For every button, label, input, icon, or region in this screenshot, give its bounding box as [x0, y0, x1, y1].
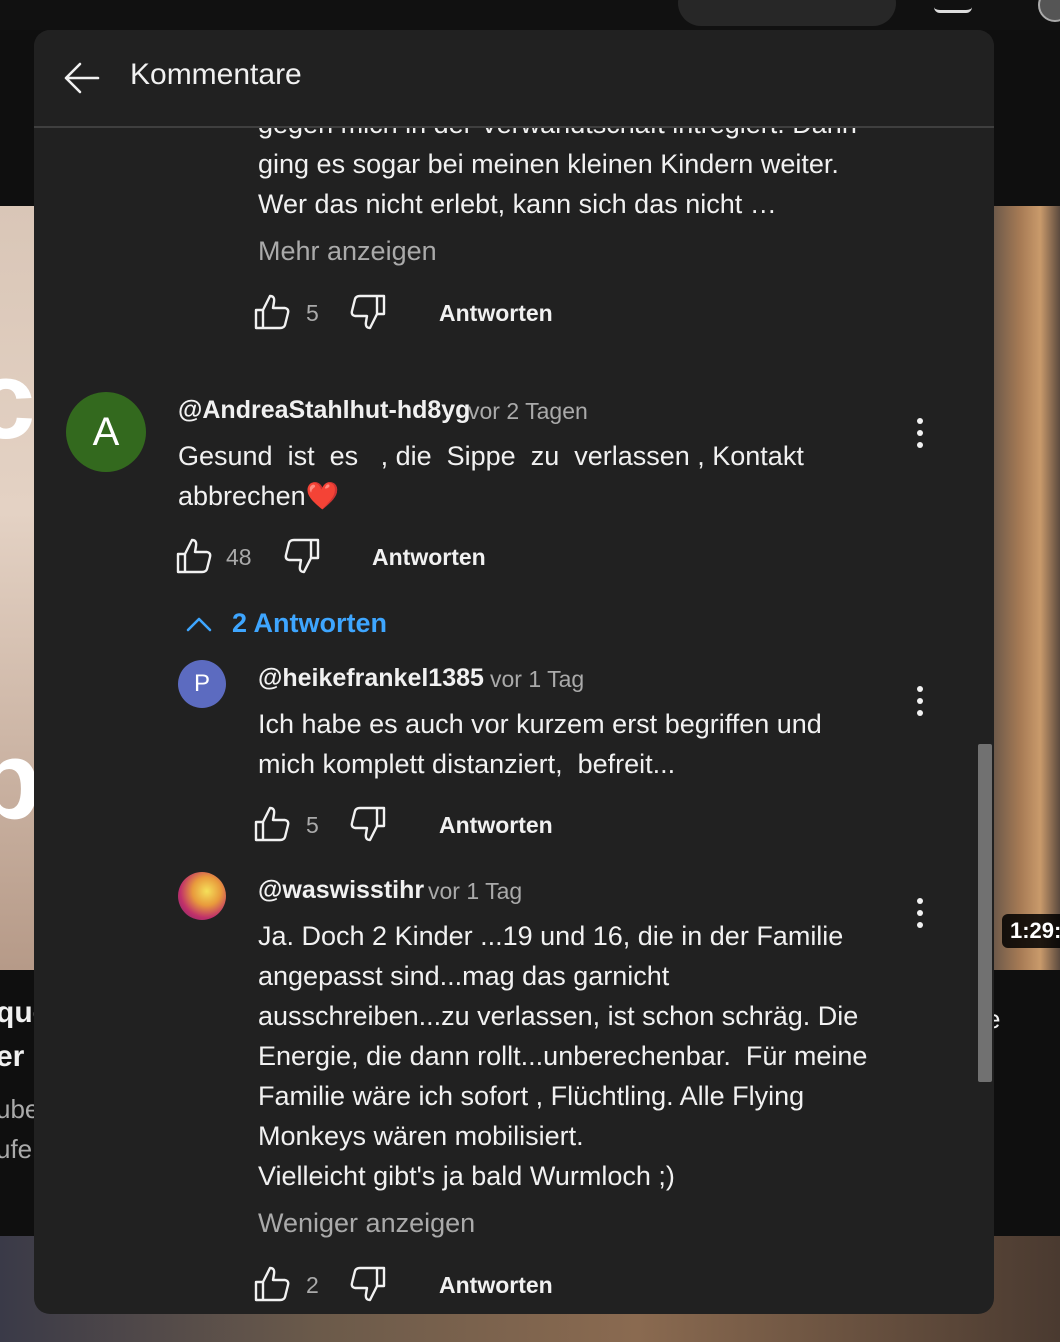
comment-text-line: gegen mich in der Verwandtschaft intregi…: [258, 128, 857, 144]
meta-fragment: ufe: [0, 1134, 33, 1164]
more-actions-icon[interactable]: [914, 686, 926, 720]
thumb-letter: i: [0, 576, 5, 686]
comment-text-line: Monkeys wären mobilisiert.: [258, 1121, 584, 1151]
thumb-letter: c: [0, 339, 34, 462]
comment-text-line: Energie, die dann rollt...unberechenbar.…: [258, 1041, 868, 1071]
more-actions-icon[interactable]: [914, 898, 926, 932]
comment-text-line: Gesund ist es , die Sippe zu verlassen ,…: [178, 441, 804, 471]
back-button[interactable]: [60, 56, 104, 100]
comment-text-line: Ich habe es auch vor kurzem erst begriff…: [258, 709, 822, 739]
comments-panel: Kommentare gegen mich in der Verwandtsch…: [34, 30, 994, 1314]
title-fragment: que: [0, 996, 34, 1029]
reply-button[interactable]: Antworten: [439, 1272, 553, 1299]
heart-emoji: ❤️: [305, 481, 340, 511]
comment-text-line: angepasst sind...mag das garnicht: [258, 961, 670, 991]
comment-time[interactable]: vor 1 Tag: [428, 878, 522, 905]
video-thumbnail-right[interactable]: [994, 206, 1060, 970]
dislike-button[interactable]: [282, 536, 322, 581]
comment-text-line: Wer das nicht erlebt, kann sich das nich…: [258, 189, 777, 219]
top-pill-button[interactable]: [678, 0, 896, 26]
show-more-button[interactable]: Mehr anzeigen: [258, 236, 437, 267]
like-count: 5: [306, 300, 319, 326]
avatar[interactable]: [178, 872, 226, 920]
chevron-up-icon: [186, 617, 212, 632]
like-button[interactable]: [252, 292, 292, 337]
like-button[interactable]: [174, 536, 214, 581]
meta-fragment: ube: [0, 1094, 34, 1124]
comment-time[interactable]: vor 2 Tagen: [468, 398, 588, 425]
like-button[interactable]: [252, 1264, 292, 1309]
comment-text-line: abbrechen❤️: [178, 476, 339, 516]
like-count: 2: [306, 1272, 319, 1298]
comment-text-fragment: abbrechen: [178, 481, 306, 511]
scrollbar[interactable]: [978, 744, 992, 1082]
comment-author[interactable]: @heikefrankel1385: [258, 664, 484, 693]
comment-text-line: ging es sogar bei meinen kleinen Kindern…: [258, 149, 839, 179]
comment-text-line: mich komplett distanziert, befreit...: [258, 749, 676, 779]
thumbs-up-icon: [254, 806, 290, 842]
title-fragment: er: [0, 1040, 25, 1073]
comment-text-line: Vielleicht gibt's ja bald Wurmloch ;): [258, 1161, 675, 1191]
like-button[interactable]: [252, 804, 292, 849]
dislike-button[interactable]: [348, 804, 388, 849]
comment-author[interactable]: @waswisstihr: [258, 876, 424, 905]
thumbs-up-icon: [176, 538, 212, 574]
like-count: 48: [226, 544, 252, 570]
panel-header: Kommentare: [34, 30, 994, 128]
comment-text-line: ausschreiben...zu verlassen, ist schon s…: [258, 1001, 859, 1031]
thumb-letter: b: [0, 719, 34, 842]
reply-button[interactable]: Antworten: [372, 544, 486, 571]
thumbs-down-icon: [350, 294, 386, 330]
dislike-button[interactable]: [348, 292, 388, 337]
more-actions-icon[interactable]: [914, 418, 926, 452]
thumbs-down-icon: [350, 806, 386, 842]
video-thumbnail-left[interactable]: c i b: [0, 206, 34, 970]
show-less-button[interactable]: Weniger anzeigen: [258, 1208, 475, 1239]
avatar[interactable]: P: [178, 660, 226, 708]
comments-list[interactable]: gegen mich in der Verwandtschaft intregi…: [34, 128, 994, 1314]
comment-text-line: Ja. Doch 2 Kinder ...19 und 16, die in d…: [258, 921, 844, 951]
like-count: 5: [306, 812, 319, 838]
comment-time[interactable]: vor 1 Tag: [490, 666, 584, 693]
arrow-left-icon: [64, 62, 100, 94]
thumbs-down-icon: [284, 538, 320, 574]
video-title-left[interactable]: que er ube ufe: [0, 990, 34, 1190]
thumbs-up-icon: [254, 1266, 290, 1302]
avatar[interactable]: A: [66, 392, 146, 472]
thumbs-up-icon: [254, 294, 290, 330]
replies-toggle[interactable]: 2 Antworten: [184, 608, 387, 640]
replies-toggle-label: 2 Antworten: [232, 608, 387, 638]
thumbs-down-icon: [350, 1266, 386, 1302]
panel-title: Kommentare: [130, 58, 302, 91]
dislike-button[interactable]: [348, 1264, 388, 1309]
video-duration-badge: 1:29:: [1002, 914, 1060, 948]
reply-button[interactable]: Antworten: [439, 812, 553, 839]
comment-author[interactable]: @AndreaStahlhut-hd8yg: [178, 396, 470, 425]
comment-text-line: Familie wäre ich sofort , Flüchtling. Al…: [258, 1081, 805, 1111]
reply-button[interactable]: Antworten: [439, 300, 553, 327]
top-bar: [0, 0, 1060, 30]
bell-icon[interactable]: [934, 0, 972, 13]
